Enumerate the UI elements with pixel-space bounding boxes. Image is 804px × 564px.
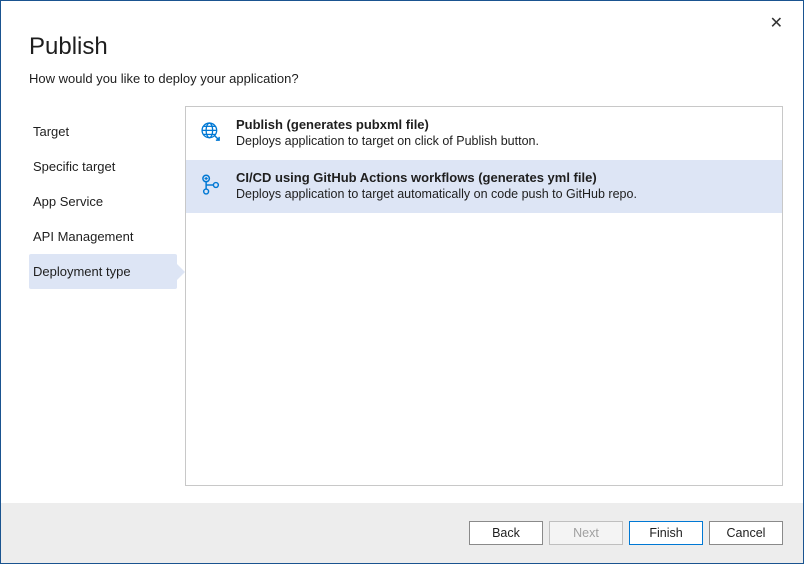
sidebar-item-label: App Service — [33, 194, 103, 209]
sidebar-item-app-service[interactable]: App Service — [29, 184, 177, 219]
close-button[interactable]: ✕ — [762, 9, 791, 37]
workflow-icon — [198, 172, 224, 198]
sidebar-item-specific-target[interactable]: Specific target — [29, 149, 177, 184]
option-text: CI/CD using GitHub Actions workflows (ge… — [236, 170, 766, 201]
globe-publish-icon — [198, 119, 224, 145]
option-title: CI/CD using GitHub Actions workflows (ge… — [236, 170, 766, 185]
sidebar-item-api-management[interactable]: API Management — [29, 219, 177, 254]
option-publish[interactable]: Publish (generates pubxml file) Deploys … — [186, 107, 782, 160]
option-text: Publish (generates pubxml file) Deploys … — [236, 117, 766, 148]
sidebar-item-label: Specific target — [33, 159, 115, 174]
sidebar-item-target[interactable]: Target — [29, 114, 177, 149]
close-icon: ✕ — [770, 15, 783, 32]
sidebar: Target Specific target App Service API M… — [29, 106, 177, 486]
option-desc: Deploys application to target automatica… — [236, 187, 766, 201]
sidebar-item-label: API Management — [33, 229, 133, 244]
footer: Back Next Finish Cancel — [1, 503, 803, 563]
sidebar-item-label: Deployment type — [33, 264, 131, 279]
option-desc: Deploys application to target on click o… — [236, 134, 766, 148]
sidebar-item-deployment-type[interactable]: Deployment type — [29, 254, 177, 289]
option-title: Publish (generates pubxml file) — [236, 117, 766, 132]
content: Target Specific target App Service API M… — [1, 106, 803, 486]
option-cicd-github[interactable]: CI/CD using GitHub Actions workflows (ge… — [186, 160, 782, 213]
page-title: Publish — [29, 33, 775, 61]
finish-button[interactable]: Finish — [629, 521, 703, 545]
page-subtitle: How would you like to deploy your applic… — [29, 71, 775, 86]
cancel-button[interactable]: Cancel — [709, 521, 783, 545]
back-button[interactable]: Back — [469, 521, 543, 545]
next-button: Next — [549, 521, 623, 545]
main-panel: Publish (generates pubxml file) Deploys … — [185, 106, 783, 486]
header: Publish How would you like to deploy you… — [1, 1, 803, 106]
sidebar-item-label: Target — [33, 124, 69, 139]
